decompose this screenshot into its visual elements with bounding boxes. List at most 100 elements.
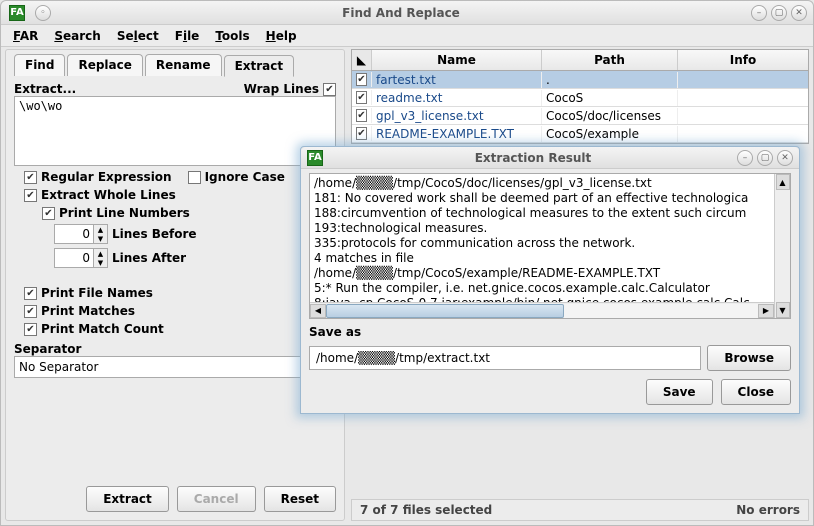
- file-name: readme.txt: [372, 90, 542, 106]
- result-line: 335:protocols for communication across t…: [314, 236, 786, 251]
- print-matches-checkbox[interactable]: [24, 305, 37, 318]
- separator-value: No Separator: [19, 360, 98, 374]
- col-path[interactable]: Path: [542, 50, 678, 70]
- print-match-count-checkbox[interactable]: [24, 323, 37, 336]
- extraction-result-dialog: FA Extraction Result – ▢ ✕ /home/▒▒▒▒/tm…: [300, 146, 800, 414]
- up-arrow-icon[interactable]: ▲: [94, 249, 107, 258]
- menu-tools[interactable]: Tools: [207, 27, 257, 45]
- line-numbers-checkbox[interactable]: [42, 207, 55, 220]
- file-info: [678, 79, 808, 81]
- dialog-title: Extraction Result: [329, 151, 737, 165]
- select-all-corner[interactable]: ◣: [352, 50, 372, 70]
- scrollbar-horizontal[interactable]: ◀ ▶: [310, 302, 774, 318]
- extract-button[interactable]: Extract: [86, 486, 169, 512]
- menu-search[interactable]: Search: [46, 27, 108, 45]
- save-as-input[interactable]: [309, 346, 701, 370]
- down-arrow-icon[interactable]: ▼: [94, 258, 107, 267]
- cancel-button[interactable]: Cancel: [177, 486, 256, 512]
- table-row[interactable]: README-EXAMPLE.TXTCocoS/example: [352, 125, 808, 143]
- close-button[interactable]: Close: [721, 379, 791, 405]
- close-button[interactable]: ✕: [791, 5, 807, 21]
- up-arrow-icon[interactable]: ▲: [94, 225, 107, 234]
- lines-after-spinner[interactable]: ▲▼: [54, 248, 108, 268]
- print-filenames-checkbox[interactable]: [24, 287, 37, 300]
- separator-select[interactable]: No Separator ▼: [14, 356, 336, 378]
- file-path: CocoS/doc/licenses: [542, 108, 678, 124]
- row-checkbox[interactable]: [356, 91, 367, 104]
- file-info: [678, 115, 808, 117]
- scroll-up-icon[interactable]: ▲: [776, 174, 790, 190]
- left-panel: Find Replace Rename Extract Extract... W…: [5, 49, 345, 521]
- scrollbar-vertical[interactable]: ▲ ▼: [774, 174, 790, 318]
- minimize-button[interactable]: –: [751, 5, 767, 21]
- maximize-button[interactable]: ▢: [757, 150, 773, 166]
- lines-before-label: Lines Before: [112, 227, 197, 241]
- file-name: README-EXAMPLE.TXT: [372, 126, 542, 142]
- scroll-right-icon[interactable]: ▶: [758, 304, 774, 318]
- result-line: /home/▒▒▒▒/tmp/CocoS/example/README-EXAM…: [314, 266, 786, 281]
- table-row[interactable]: gpl_v3_license.txtCocoS/doc/licenses: [352, 107, 808, 125]
- close-icon[interactable]: ✕: [777, 150, 793, 166]
- tab-row: Find Replace Rename Extract: [14, 54, 336, 76]
- lines-before-input[interactable]: [54, 224, 94, 244]
- pattern-input[interactable]: \wo\wo: [14, 96, 336, 166]
- col-info[interactable]: Info: [678, 50, 808, 70]
- line-numbers-label: Print Line Numbers: [59, 206, 190, 220]
- extract-heading: Extract...: [14, 82, 76, 96]
- row-checkbox[interactable]: [356, 109, 367, 122]
- print-filenames-label: Print File Names: [41, 286, 153, 300]
- menu-select[interactable]: Select: [109, 27, 167, 45]
- regex-checkbox[interactable]: [24, 171, 37, 184]
- result-line: 181: No covered work shall be deemed par…: [314, 191, 786, 206]
- lines-before-spinner[interactable]: ▲▼: [54, 224, 108, 244]
- result-line: 4 matches in file: [314, 251, 786, 266]
- result-line: 193:technological measures.: [314, 221, 786, 236]
- whole-lines-checkbox[interactable]: [24, 189, 37, 202]
- row-checkbox[interactable]: [356, 73, 367, 86]
- save-button[interactable]: Save: [646, 379, 713, 405]
- ignore-case-checkbox[interactable]: [188, 171, 201, 184]
- statusbar: 7 of 7 files selected No errors: [351, 499, 809, 521]
- menu-file[interactable]: File: [167, 27, 208, 45]
- main-titlebar: FA ◦ Find And Replace – ▢ ✕: [1, 1, 813, 25]
- save-as-label: Save as: [309, 325, 791, 339]
- file-path: .: [542, 72, 678, 88]
- sticky-button[interactable]: ◦: [35, 5, 51, 21]
- print-match-count-label: Print Match Count: [41, 322, 164, 336]
- print-matches-label: Print Matches: [41, 304, 135, 318]
- app-icon: FA: [307, 150, 323, 166]
- file-info: [678, 97, 808, 99]
- table-body: fartest.txt.readme.txtCocoSgpl_v3_licens…: [352, 71, 808, 143]
- scroll-left-icon[interactable]: ◀: [310, 304, 326, 318]
- tab-replace[interactable]: Replace: [67, 54, 142, 76]
- file-path: CocoS/example: [542, 126, 678, 142]
- result-line: 188:circumvention of technological measu…: [314, 206, 786, 221]
- row-checkbox[interactable]: [356, 127, 367, 140]
- tab-rename[interactable]: Rename: [145, 54, 222, 76]
- file-table: ◣ Name Path Info fartest.txt.readme.txtC…: [351, 49, 809, 144]
- result-textarea[interactable]: /home/▒▒▒▒/tmp/CocoS/doc/licenses/gpl_v3…: [309, 173, 791, 319]
- tab-extract[interactable]: Extract: [224, 55, 295, 77]
- table-row[interactable]: readme.txtCocoS: [352, 89, 808, 107]
- file-name: gpl_v3_license.txt: [372, 108, 542, 124]
- tab-find[interactable]: Find: [14, 54, 65, 76]
- menu-far[interactable]: FAR: [5, 27, 46, 45]
- col-name[interactable]: Name: [372, 50, 542, 70]
- scroll-down-icon[interactable]: ▼: [776, 302, 790, 318]
- table-row[interactable]: fartest.txt.: [352, 71, 808, 89]
- maximize-button[interactable]: ▢: [771, 5, 787, 21]
- menubar: FAR Search Select File Tools Help: [1, 25, 813, 47]
- lines-after-input[interactable]: [54, 248, 94, 268]
- app-icon: FA: [9, 5, 25, 21]
- status-right: No errors: [736, 503, 800, 517]
- result-line: 5:* Run the compiler, i.e. net.gnice.coc…: [314, 281, 786, 296]
- minimize-button[interactable]: –: [737, 150, 753, 166]
- browse-button[interactable]: Browse: [707, 345, 791, 371]
- reset-button[interactable]: Reset: [264, 486, 336, 512]
- scroll-thumb[interactable]: [326, 304, 564, 318]
- down-arrow-icon[interactable]: ▼: [94, 234, 107, 243]
- regex-label: Regular Expression: [41, 170, 172, 184]
- menu-help[interactable]: Help: [258, 27, 305, 45]
- ignore-case-label: Ignore Case: [205, 170, 285, 184]
- wrap-lines-checkbox[interactable]: [323, 83, 336, 96]
